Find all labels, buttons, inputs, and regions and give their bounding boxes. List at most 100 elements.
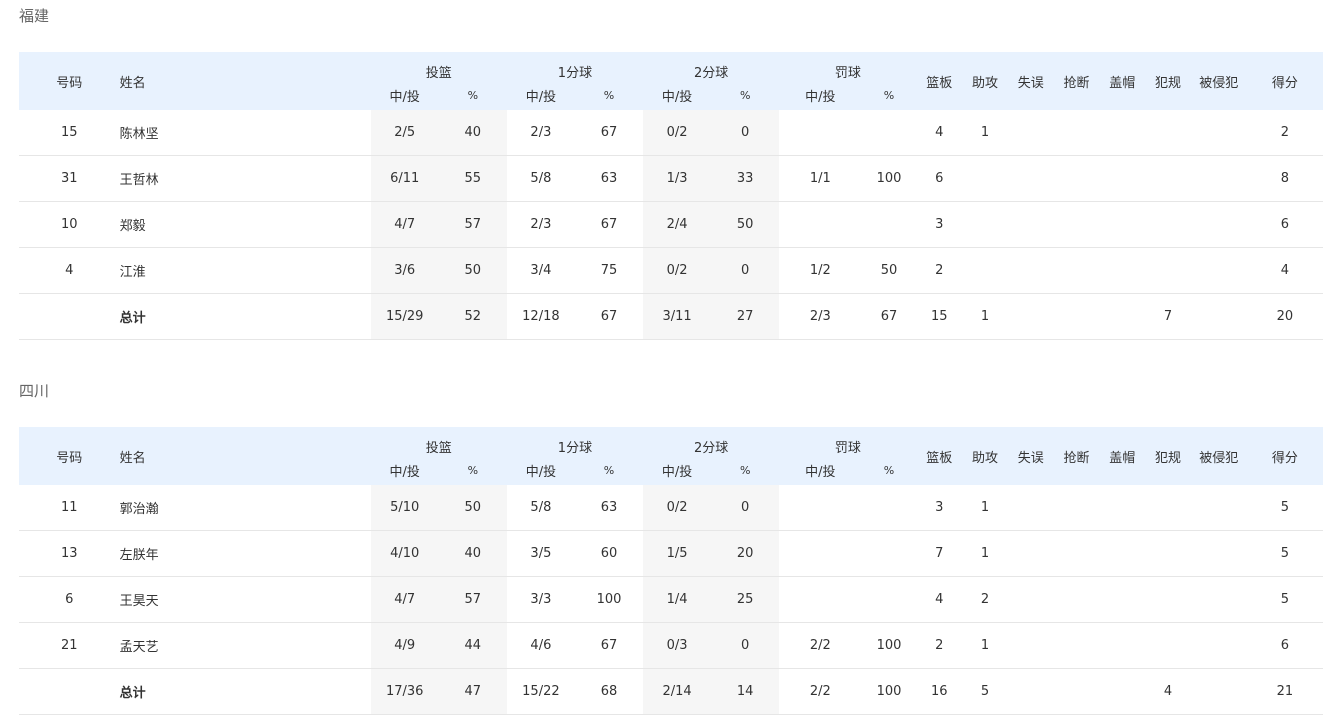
two-made-att: 1/5 bbox=[643, 530, 712, 577]
col-header-ast: 助攻 bbox=[962, 427, 1008, 485]
one-made-att: 3/4 bbox=[506, 247, 575, 294]
col-header-two: 2分球 bbox=[643, 427, 780, 456]
points: 20 bbox=[1246, 293, 1323, 340]
fg-made-att: 6/11 bbox=[370, 155, 439, 202]
sub-header-made-att: 中/投 bbox=[370, 81, 439, 110]
one-pct: 63 bbox=[574, 485, 644, 531]
rebounds: 2 bbox=[916, 247, 963, 294]
two-pct: 33 bbox=[711, 155, 780, 202]
assists bbox=[962, 155, 1008, 202]
one-made-att: 5/8 bbox=[506, 155, 575, 202]
sub-header-pct: % bbox=[574, 81, 644, 110]
total-label: 总计 bbox=[119, 668, 371, 715]
table-row: 31 王哲林 6/11 55 5/8 63 1/3 33 1/1 100 6 8 bbox=[19, 155, 1323, 202]
points: 6 bbox=[1246, 201, 1323, 248]
steals bbox=[1053, 622, 1100, 669]
col-header-one: 1分球 bbox=[506, 52, 644, 81]
one-made-att: 3/3 bbox=[506, 576, 575, 623]
ft-made-att: 1/1 bbox=[779, 155, 862, 202]
assists: 2 bbox=[962, 576, 1008, 623]
fouled bbox=[1190, 622, 1247, 669]
player-name: 郑毅 bbox=[119, 201, 371, 248]
points: 5 bbox=[1246, 530, 1323, 577]
sub-header-pct: % bbox=[574, 456, 644, 485]
player-number bbox=[19, 293, 120, 340]
one-pct: 63 bbox=[574, 155, 644, 202]
blocks bbox=[1099, 155, 1146, 202]
col-header-reb: 篮板 bbox=[916, 52, 963, 110]
turnovers bbox=[1007, 201, 1054, 248]
col-header-stl: 抢断 bbox=[1053, 52, 1100, 110]
one-made-att: 12/18 bbox=[506, 293, 575, 340]
fouled bbox=[1190, 576, 1247, 623]
sub-header-made-att: 中/投 bbox=[506, 456, 575, 485]
rebounds: 4 bbox=[916, 576, 963, 623]
ft-pct: 100 bbox=[861, 668, 917, 715]
steals bbox=[1053, 293, 1100, 340]
rebounds: 2 bbox=[916, 622, 963, 669]
one-made-att: 4/6 bbox=[506, 622, 575, 669]
fg-pct: 52 bbox=[438, 293, 507, 340]
fouls bbox=[1145, 485, 1191, 531]
player-number: 11 bbox=[19, 485, 120, 531]
two-pct: 0 bbox=[711, 110, 780, 156]
table-row: 11 郭治瀚 5/10 50 5/8 63 0/2 0 3 1 5 bbox=[19, 485, 1323, 531]
turnovers bbox=[1007, 110, 1054, 156]
fg-pct: 47 bbox=[438, 668, 507, 715]
player-number: 13 bbox=[19, 530, 120, 577]
table-row: 21 孟天艺 4/9 44 4/6 67 0/3 0 2/2 100 2 1 6 bbox=[19, 622, 1323, 669]
col-header-tov: 失误 bbox=[1007, 52, 1054, 110]
points: 21 bbox=[1246, 668, 1323, 715]
two-made-att: 2/4 bbox=[643, 201, 712, 248]
col-header-number: 号码 bbox=[19, 427, 120, 485]
ft-made-att: 1/2 bbox=[779, 247, 862, 294]
one-pct: 60 bbox=[574, 530, 644, 577]
ft-pct bbox=[861, 201, 917, 248]
col-header-pts: 得分 bbox=[1246, 427, 1323, 485]
fouled bbox=[1190, 110, 1247, 156]
turnovers bbox=[1007, 530, 1054, 577]
one-pct: 67 bbox=[574, 110, 644, 156]
fouled bbox=[1190, 155, 1247, 202]
player-number: 6 bbox=[19, 576, 120, 623]
fouls bbox=[1145, 155, 1191, 202]
col-header-reb: 篮板 bbox=[916, 427, 963, 485]
col-header-pf: 犯规 bbox=[1145, 427, 1191, 485]
team-title: 福建 bbox=[19, 7, 50, 25]
blocks bbox=[1099, 201, 1146, 248]
col-header-fd: 被侵犯 bbox=[1190, 427, 1247, 485]
fouls bbox=[1145, 247, 1191, 294]
one-made-att: 15/22 bbox=[506, 668, 575, 715]
col-header-ast: 助攻 bbox=[962, 52, 1008, 110]
ft-made-att: 2/2 bbox=[779, 622, 862, 669]
ft-pct bbox=[861, 110, 917, 156]
fg-pct: 40 bbox=[438, 530, 507, 577]
two-pct: 14 bbox=[711, 668, 780, 715]
sub-header-pct: % bbox=[861, 81, 917, 110]
one-made-att: 2/3 bbox=[506, 201, 575, 248]
assists: 5 bbox=[962, 668, 1008, 715]
ft-pct: 100 bbox=[861, 155, 917, 202]
one-pct: 67 bbox=[574, 201, 644, 248]
one-pct: 75 bbox=[574, 247, 644, 294]
fg-made-att: 4/7 bbox=[370, 576, 439, 623]
one-pct: 67 bbox=[574, 622, 644, 669]
two-made-att: 3/11 bbox=[643, 293, 712, 340]
rebounds: 4 bbox=[916, 110, 963, 156]
col-header-tov: 失误 bbox=[1007, 427, 1054, 485]
blocks bbox=[1099, 530, 1146, 577]
sub-header-made-att: 中/投 bbox=[506, 81, 575, 110]
sub-header-pct: % bbox=[438, 456, 507, 485]
table-row: 6 王昊天 4/7 57 3/3 100 1/4 25 4 2 5 bbox=[19, 576, 1323, 623]
ft-pct: 67 bbox=[861, 293, 917, 340]
fouls: 4 bbox=[1145, 668, 1191, 715]
fg-pct: 57 bbox=[438, 576, 507, 623]
turnovers bbox=[1007, 668, 1054, 715]
ft-made-att bbox=[779, 110, 862, 156]
one-pct: 68 bbox=[574, 668, 644, 715]
table-row: 15 陈林坚 2/5 40 2/3 67 0/2 0 4 1 2 bbox=[19, 110, 1323, 156]
fg-made-att: 17/36 bbox=[370, 668, 439, 715]
rebounds: 6 bbox=[916, 155, 963, 202]
rebounds: 3 bbox=[916, 201, 963, 248]
blocks bbox=[1099, 293, 1146, 340]
